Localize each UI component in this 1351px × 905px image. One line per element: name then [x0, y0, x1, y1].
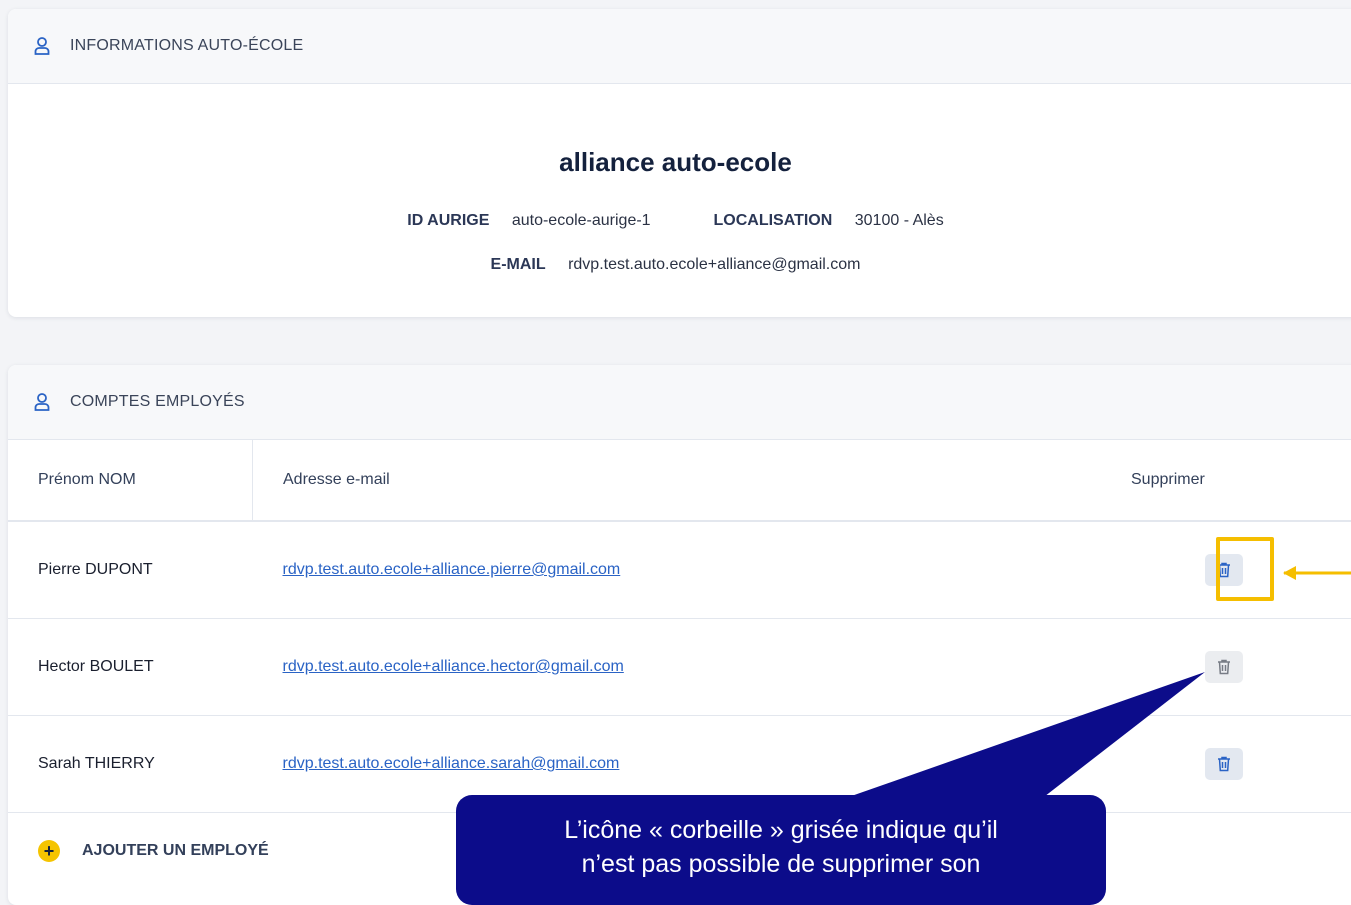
user-icon [34, 37, 50, 55]
table-row: Pierre DUPONT rdvp.test.auto.ecole+allia… [8, 521, 1351, 619]
id-aurige-label: ID AURIGE [407, 212, 490, 229]
user-icon [34, 393, 50, 411]
id-aurige-value: auto-ecole-aurige-1 [511, 212, 651, 229]
employees-table: Prénom NOM Adresse e-mail Supprimer Pier… [8, 440, 1351, 813]
callout-line-2: n’est pas possible de supprimer son [581, 850, 981, 878]
email-value: rdvp.test.auto.ecole+alliance@gmail.com [568, 256, 861, 273]
school-info-header: INFORMATIONS AUTO-ÉCOLE [8, 9, 1351, 84]
trash-icon [1218, 659, 1230, 675]
employee-email-link[interactable]: rdvp.test.auto.ecole+alliance.hector@gma… [283, 658, 624, 675]
employee-name: Pierre DUPONT [8, 521, 253, 619]
employee-name: Sarah THIERRY [8, 715, 253, 813]
employee-name: Hector BOULET [8, 618, 253, 716]
delete-button-disabled [1205, 651, 1243, 683]
school-email-row: E-MAIL rdvp.test.auto.ecole+alliance@gma… [8, 256, 1343, 274]
school-id-location-row: ID AURIGE auto-ecole-aurige-1 LOCALISATI… [8, 212, 1343, 230]
employee-email-link[interactable]: rdvp.test.auto.ecole+alliance.sarah@gmai… [283, 755, 620, 772]
column-header-name: Prénom NOM [8, 440, 253, 522]
table-header-row: Prénom NOM Adresse e-mail Supprimer [8, 440, 1351, 522]
table-row: Hector BOULET rdvp.test.auto.ecole+allia… [8, 618, 1351, 716]
email-label: E-MAIL [490, 256, 546, 273]
callout-bubble: L’icône « corbeille » grisée indique qu’… [456, 795, 1106, 905]
school-info-title: INFORMATIONS AUTO-ÉCOLE [70, 37, 304, 54]
highlight-box [1216, 537, 1274, 601]
delete-button[interactable] [1205, 748, 1243, 780]
column-header-delete: Supprimer [1101, 440, 1351, 522]
location-label: LOCALISATION [713, 212, 833, 229]
school-name: alliance auto-ecole [559, 147, 792, 177]
school-info-card: INFORMATIONS AUTO-ÉCOLE alliance auto-ec… [8, 9, 1351, 317]
plus-icon: + [38, 840, 60, 862]
employees-header: COMPTES EMPLOYÉS [8, 365, 1351, 440]
add-employee-button[interactable]: + AJOUTER UN EMPLOYÉ [38, 840, 269, 862]
callout-line-1: L’icône « corbeille » grisée indique qu’… [564, 816, 998, 844]
column-header-email: Adresse e-mail [252, 440, 1101, 522]
employee-email-link[interactable]: rdvp.test.auto.ecole+alliance.pierre@gma… [283, 561, 621, 578]
employees-title: COMPTES EMPLOYÉS [70, 393, 245, 410]
trash-icon [1218, 756, 1230, 772]
add-employee-label: AJOUTER UN EMPLOYÉ [82, 842, 269, 859]
location-value: 30100 - Alès [854, 212, 944, 229]
